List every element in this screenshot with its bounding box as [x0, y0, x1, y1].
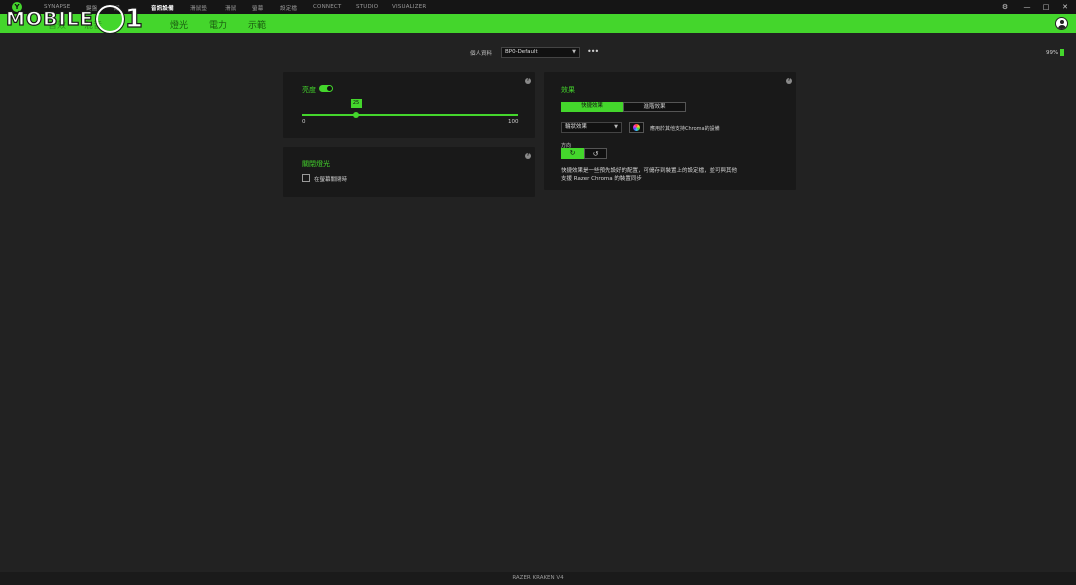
top-nav-monitor[interactable]: 螢幕	[252, 4, 263, 12]
brightness-max-label: 100	[508, 119, 519, 125]
battery-icon	[1060, 49, 1065, 56]
device-footer: RAZER KRAKEN V4	[0, 572, 1076, 585]
brightness-slider-track[interactable]	[302, 114, 518, 116]
brightness-value-bubble: 25	[350, 99, 362, 108]
brightness-min-label: 0	[302, 119, 306, 125]
top-nav-profiles[interactable]: 設定檔	[280, 4, 297, 12]
top-nav-audio-device[interactable]: 音訊設備	[151, 4, 174, 12]
settings-gear-icon[interactable]: ⚙	[1000, 3, 1010, 11]
lights-off-panel: ? 關閉燈光 在螢幕關閉時	[283, 147, 535, 197]
brightness-panel: ? 亮度 25 0 100	[283, 72, 535, 138]
effects-description: 快捷效果是一些預先設好的配置，可儲存到裝置上的設定檔，並可與其他 支援 Raze…	[561, 167, 791, 183]
minimize-icon[interactable]: —	[1022, 3, 1032, 11]
close-icon[interactable]: ✕	[1060, 3, 1070, 11]
tab-sound[interactable]: 音效	[48, 18, 66, 31]
effects-description-line2: 支援 Razer Chroma 的裝置同步	[561, 176, 642, 182]
chevron-down-icon: ▼	[572, 49, 576, 55]
help-icon[interactable]: ?	[525, 153, 531, 159]
effect-selected-value: 輪狀效果	[565, 124, 588, 130]
profile-dropdown[interactable]: BP0-Default ▼	[501, 47, 580, 58]
battery-status: 99%	[1046, 49, 1065, 56]
top-nav-visualizer[interactable]: VISUALIZER	[392, 4, 426, 10]
direction-counterclockwise-icon[interactable]: ↺	[584, 148, 607, 159]
lights-off-checkbox[interactable]	[302, 174, 310, 182]
top-nav-keyboard[interactable]: 鍵盤	[86, 4, 97, 12]
brightness-title: 亮度	[302, 86, 316, 94]
top-nav-synapse[interactable]: SYNAPSE	[44, 4, 70, 10]
top-nav-mousepad[interactable]: 滑鼠墊	[190, 4, 207, 12]
chroma-note: 應用於其他支持Chroma的設備	[650, 126, 720, 132]
advanced-effects-tab[interactable]: 進階效果	[623, 102, 686, 112]
brightness-slider-thumb[interactable]	[353, 112, 359, 118]
lights-off-checkbox-label: 在螢幕關閉時	[314, 177, 348, 183]
direction-clockwise-icon[interactable]: ↻	[561, 148, 584, 159]
tab-mixer[interactable]: 混音	[84, 18, 102, 31]
brightness-toggle[interactable]	[319, 85, 333, 92]
effect-dropdown[interactable]: 輪狀效果 ▼	[561, 122, 622, 133]
top-nav-studio[interactable]: STUDIO	[356, 4, 378, 10]
profile-selected-value: BP0-Default	[505, 49, 538, 55]
battery-level: 99%	[1046, 49, 1059, 56]
user-avatar-icon[interactable]	[1055, 17, 1068, 30]
tab-lighting[interactable]: 燈光	[170, 18, 188, 31]
help-icon[interactable]: ?	[525, 78, 531, 84]
top-nav-bar: Y SYNAPSE 鍵盤 配 音訊設備 滑鼠墊 滑鼠 螢幕 設定檔 CONNEC…	[0, 0, 1076, 14]
maximize-icon[interactable]: □	[1041, 3, 1051, 11]
razer-logo-icon[interactable]: Y	[12, 2, 22, 12]
tab-power[interactable]: 電力	[209, 18, 227, 31]
tab-demo[interactable]: 示範	[248, 18, 266, 31]
chroma-sync-button[interactable]	[629, 122, 644, 133]
sub-tab-bar: 音效 混音 燈光 電力 示範	[0, 14, 1076, 33]
quick-effects-tab[interactable]: 快捷效果	[561, 102, 623, 112]
effects-description-line1: 快捷效果是一些預先設好的配置，可儲存到裝置上的設定檔，並可與其他	[561, 168, 738, 174]
top-nav-mouse[interactable]: 滑鼠	[225, 4, 236, 12]
chevron-down-icon: ▼	[614, 124, 618, 130]
profile-label: 個人資料	[470, 51, 493, 57]
top-nav-accessory[interactable]: 配	[114, 4, 120, 12]
lights-off-title: 關閉燈光	[302, 160, 330, 168]
help-icon[interactable]: ?	[786, 78, 792, 84]
effects-title: 效果	[561, 86, 575, 94]
top-nav-connect[interactable]: CONNECT	[313, 4, 341, 10]
more-options-icon[interactable]: •••	[587, 47, 599, 56]
